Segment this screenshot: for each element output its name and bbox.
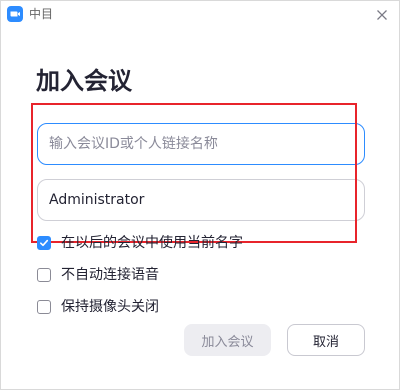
camera-off-label: 保持摄像头关闭 [61, 299, 159, 315]
cancel-button[interactable]: 取消 [287, 324, 365, 356]
dialog-heading: 加入会议 [36, 67, 132, 95]
close-icon[interactable] [375, 7, 389, 21]
title-bar: 中目 [1, 1, 399, 29]
camera-off-checkbox[interactable]: 保持摄像头关闭 [37, 298, 159, 316]
remember-name-checkbox[interactable]: 在以后的会议中使用当前名字 [37, 234, 243, 252]
app-logo-icon [7, 6, 23, 22]
join-meeting-window: 中目 加入会议 在以后的会议中使用当前名字 不自动连接语音 保持摄像头关闭 加入… [0, 0, 400, 390]
join-meeting-button[interactable]: 加入会议 [184, 324, 271, 356]
display-name-input[interactable] [37, 179, 365, 221]
no-auto-audio-label: 不自动连接语音 [61, 267, 159, 283]
no-auto-audio-checkbox[interactable]: 不自动连接语音 [37, 266, 159, 284]
window-title: 中目 [29, 7, 54, 21]
remember-name-label: 在以后的会议中使用当前名字 [61, 235, 243, 251]
checkmark-icon [40, 239, 49, 247]
checkbox-unchecked[interactable] [37, 268, 51, 282]
checkbox-unchecked[interactable] [37, 300, 51, 314]
checkbox-checked[interactable] [37, 236, 51, 250]
meeting-id-input[interactable] [37, 123, 365, 165]
